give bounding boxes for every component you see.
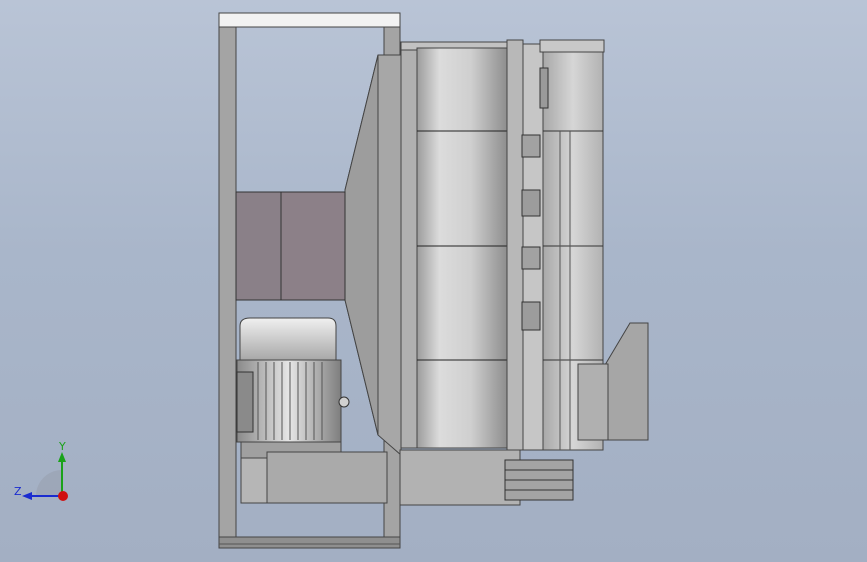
x-axis-dot: [58, 491, 68, 501]
z-axis-label: Z: [14, 485, 22, 498]
cad-model-viewport[interactable]: [0, 0, 867, 562]
motor-base: [240, 441, 574, 506]
y-axis-arrow: [58, 452, 66, 462]
fan-inlet-cone: [344, 54, 402, 457]
z-axis-arrow: [22, 492, 32, 500]
inlet-box: [235, 191, 346, 301]
fan-housing: [400, 39, 605, 451]
electric-motor: [236, 317, 350, 443]
coordinate-triad: Y Z: [14, 440, 84, 510]
y-axis-label: Y: [59, 440, 66, 453]
